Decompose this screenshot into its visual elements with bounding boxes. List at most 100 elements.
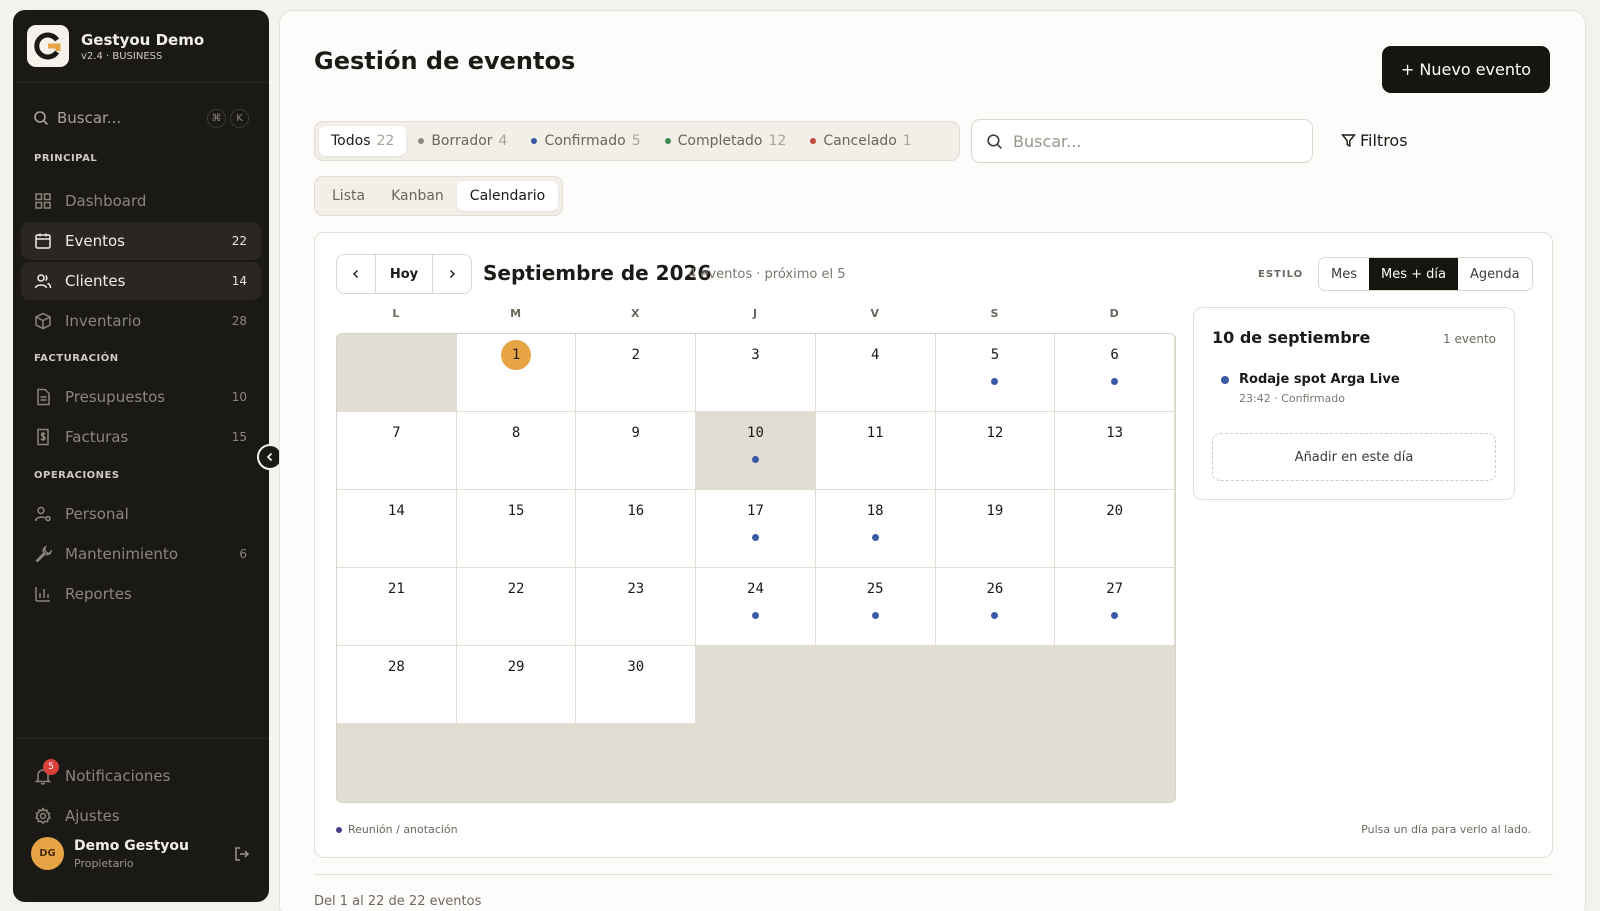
chevron-right-icon: [447, 269, 457, 279]
tab-calendario[interactable]: Calendario: [456, 181, 559, 211]
day-number: 16: [627, 503, 645, 519]
calendar-day[interactable]: 4: [815, 334, 935, 411]
sidebar-search[interactable]: Buscar... ⌘ K: [33, 104, 249, 132]
day-event-item[interactable]: Rodaje spot Arga Live 23:42 · Confirmado: [1221, 372, 1400, 405]
pagination-summary: Del 1 al 22 de 22 eventos: [314, 894, 482, 909]
sidebar-item-presupuestos[interactable]: Presupuestos 10: [21, 378, 261, 416]
calendar-day[interactable]: 9: [576, 412, 696, 489]
sidebar-item-ajustes[interactable]: Ajustes: [21, 797, 261, 835]
sidebar-item-label: Ajustes: [65, 807, 120, 825]
style-mes[interactable]: Mes: [1319, 258, 1369, 290]
calendar-day[interactable]: 16: [576, 490, 696, 567]
sidebar-divider: [13, 738, 269, 739]
calendar-day[interactable]: 25: [815, 568, 935, 645]
day-number: 12: [986, 425, 1004, 441]
user-profile[interactable]: DG Demo Gestyou Propietario: [31, 837, 251, 870]
sidebar-item-label: Presupuestos: [65, 388, 166, 406]
calendar-day[interactable]: 10: [696, 412, 815, 489]
calendar-day[interactable]: 7: [337, 412, 456, 489]
calendar-day[interactable]: 13: [1055, 412, 1174, 489]
event-dot: [871, 534, 879, 541]
sidebar-item-dashboard[interactable]: Dashboard: [21, 182, 261, 220]
sidebar-item-count: 28: [231, 314, 247, 328]
calendar-day[interactable]: 6: [1055, 334, 1174, 411]
new-event-button[interactable]: + Nuevo evento: [1382, 46, 1550, 93]
tab-borrador[interactable]: Borrador 4: [406, 126, 519, 156]
calendar-day[interactable]: 27: [1055, 568, 1174, 645]
calendar-day[interactable]: 8: [456, 412, 576, 489]
sidebar-item-label: Eventos: [65, 232, 125, 250]
month-title: Septiembre de 2026: [483, 261, 712, 285]
event-dot: [751, 534, 759, 541]
calendar-day[interactable]: 26: [935, 568, 1055, 645]
sidebar-item-label: Inventario: [65, 312, 142, 330]
tab-cancelado[interactable]: Cancelado 1: [798, 126, 923, 156]
tab-confirmado[interactable]: Confirmado 5: [519, 126, 652, 156]
calendar-day[interactable]: 20: [1055, 490, 1174, 567]
bell-icon: 5: [33, 759, 59, 786]
day-number: 5: [990, 347, 1000, 363]
day-number: 29: [507, 659, 525, 675]
sidebar-item-personal[interactable]: Personal: [21, 495, 261, 533]
calendar-day[interactable]: 23: [576, 568, 696, 645]
sidebar-item-count: 22: [231, 234, 247, 248]
day-number: 17: [747, 503, 764, 519]
sidebar-item-label: Clientes: [65, 272, 126, 290]
main-panel: Gestión de eventos + Nuevo evento Todos …: [279, 10, 1586, 911]
calendar-day[interactable]: 11: [815, 412, 935, 489]
calendar-day[interactable]: 22: [456, 568, 576, 645]
calendar-day[interactable]: 1: [456, 334, 576, 411]
calendar-day[interactable]: 28: [337, 646, 456, 723]
sidebar-item-label: Facturas: [65, 428, 129, 446]
sidebar-item-label: Reportes: [65, 585, 132, 603]
tab-count: 12: [768, 133, 787, 149]
sidebar-item-mantenimiento[interactable]: Mantenimiento 6: [21, 535, 261, 573]
calendar-day[interactable]: 14: [337, 490, 456, 567]
calendar-day[interactable]: 21: [337, 568, 456, 645]
search-icon: [33, 110, 49, 126]
calendar-day[interactable]: 5: [935, 334, 1055, 411]
calendar-day[interactable]: 17: [696, 490, 815, 567]
sidebar-item-reportes[interactable]: Reportes: [21, 575, 261, 613]
kbd-cmd: ⌘: [207, 108, 226, 128]
add-on-day-button[interactable]: Añadir en este día: [1212, 433, 1496, 481]
logout-icon[interactable]: [233, 845, 251, 863]
tab-completado[interactable]: Completado 12: [653, 126, 799, 156]
sidebar-item-notificaciones[interactable]: 5 Notificaciones: [21, 757, 261, 795]
sidebar-item-clientes[interactable]: Clientes 14: [21, 262, 261, 300]
day-number: 18: [866, 503, 884, 519]
sidebar-item-eventos[interactable]: Eventos 22: [21, 222, 261, 260]
sidebar-item-facturas[interactable]: Facturas 15: [21, 418, 261, 456]
calendar-hint: Pulsa un día para verlo al lado.: [1361, 823, 1531, 836]
status-filter-tabs: Todos 22 Borrador 4 Confirmado 5 Complet…: [314, 121, 960, 161]
calendar-day[interactable]: 12: [935, 412, 1055, 489]
weekday-label: L: [392, 307, 400, 320]
tab-kanban[interactable]: Kanban: [378, 181, 457, 211]
calendar-day[interactable]: 29: [456, 646, 576, 723]
day-number: 1: [501, 340, 532, 370]
style-agenda[interactable]: Agenda: [1458, 258, 1532, 290]
month-summary: 4 eventos · próximo el 5: [688, 267, 846, 282]
today-button[interactable]: Hoy: [375, 255, 433, 293]
day-number: 25: [866, 581, 884, 597]
style-mes-dia[interactable]: Mes + día: [1369, 258, 1458, 290]
calendar-day[interactable]: 2: [576, 334, 696, 411]
day-number: 4: [870, 347, 880, 363]
calendar-day[interactable]: 30: [576, 646, 696, 723]
search-input[interactable]: Buscar...: [971, 119, 1313, 163]
tab-todos[interactable]: Todos 22: [319, 126, 407, 156]
calendar-day[interactable]: 15: [456, 490, 576, 567]
next-month-button[interactable]: [433, 255, 471, 293]
prev-month-button[interactable]: [337, 255, 375, 293]
calendar-day[interactable]: 18: [815, 490, 935, 567]
tab-count: 4: [498, 133, 508, 149]
calendar-day[interactable]: 24: [696, 568, 815, 645]
calendar-nav: Hoy: [336, 254, 472, 294]
calendar-day[interactable]: 3: [696, 334, 815, 411]
sidebar-item-inventario[interactable]: Inventario 28: [21, 302, 261, 340]
filters-button[interactable]: Filtros: [1341, 131, 1408, 150]
sidebar-item-count: 14: [231, 274, 247, 288]
tab-lista[interactable]: Lista: [319, 181, 378, 211]
search-placeholder: Buscar...: [1013, 131, 1082, 151]
calendar-day[interactable]: 19: [935, 490, 1055, 567]
